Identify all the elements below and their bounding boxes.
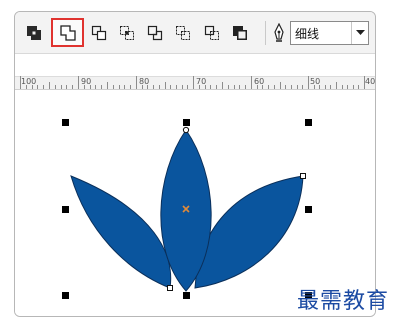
weld-icon: [59, 24, 77, 42]
outline-width-value: 细线: [295, 27, 320, 41]
ruler-minor-tick: [124, 85, 126, 89]
ruler-minor-tick: [352, 85, 354, 89]
ruler-minor-tick: [37, 85, 39, 89]
selection-handle-middle-right[interactable]: [305, 206, 312, 213]
ruler-major-tick: [193, 76, 194, 89]
node-handle[interactable]: [182, 126, 190, 134]
horizontal-ruler[interactable]: 100 90 80 70 60 50 40: [15, 54, 376, 90]
ruler-minor-tick: [330, 85, 332, 89]
ruler-minor-tick: [175, 85, 177, 89]
left-petal-shape[interactable]: [70, 175, 172, 289]
selection-handle-middle-left[interactable]: [62, 206, 69, 213]
selection-handle-top-left[interactable]: [62, 119, 69, 126]
front-minus-back-button[interactable]: [172, 22, 194, 44]
combine-button[interactable]: [23, 22, 45, 44]
ruler-minor-tick: [95, 85, 97, 89]
ruler-minor-tick: [268, 85, 270, 89]
ruler-minor-tick: [101, 85, 103, 89]
node-handle[interactable]: [167, 285, 173, 291]
ruler-minor-tick: [324, 85, 326, 89]
ruler-label: 100: [21, 77, 37, 86]
ruler-minor-tick: [239, 85, 241, 89]
ruler-minor-tick: [227, 85, 229, 89]
ruler-minor-tick: [112, 85, 114, 89]
ruler-minor-tick: [187, 85, 189, 89]
combine-icon: [26, 25, 42, 41]
ruler-minor-tick: [347, 85, 349, 89]
app-window: 细线 100 90 80 70 60 50 40: [14, 11, 376, 317]
right-petal-shape[interactable]: [194, 175, 304, 289]
pen-nib-icon: [272, 22, 286, 43]
trim-icon: [91, 25, 107, 41]
ruler-minor-tick: [72, 85, 74, 89]
intersect-icon: [119, 25, 135, 41]
weld-button[interactable]: [51, 18, 84, 47]
ruler-minor-tick: [107, 82, 108, 89]
intersect-button[interactable]: [116, 22, 138, 44]
ruler-label: 70: [196, 77, 207, 86]
ruler-minor-tick: [245, 85, 247, 89]
front-minus-back-icon: [175, 25, 191, 41]
ruler-minor-tick: [158, 85, 160, 89]
ruler-major-tick: [78, 76, 79, 89]
outline-width-select[interactable]: 细线: [290, 21, 369, 45]
selection-handle-top-right[interactable]: [305, 119, 312, 126]
ruler-label: 60: [254, 77, 265, 86]
trim-button[interactable]: [88, 22, 110, 44]
ruler-minor-tick: [153, 85, 155, 89]
ruler-minor-tick: [358, 85, 360, 89]
ruler-minor-tick: [130, 85, 132, 89]
ruler-minor-tick: [170, 85, 172, 89]
ruler-minor-tick: [233, 85, 235, 89]
ruler-minor-tick: [210, 85, 212, 89]
node-handle[interactable]: [300, 173, 306, 179]
ruler-major-tick: [136, 76, 137, 89]
ruler-minor-tick: [181, 85, 183, 89]
create-boundary-icon: [232, 25, 248, 41]
selection-handle-top-middle[interactable]: [183, 119, 190, 126]
ruler-minor-tick: [216, 85, 218, 89]
ruler-major-tick: [251, 76, 252, 89]
shaping-toolbar: 细线: [15, 12, 375, 54]
ruler-minor-tick: [222, 82, 223, 89]
ruler-minor-tick: [118, 85, 120, 89]
ruler-label: 50: [310, 77, 321, 86]
ruler-minor-tick: [164, 82, 166, 89]
create-boundary-button[interactable]: [229, 22, 251, 44]
ruler-minor-tick: [336, 82, 337, 89]
ruler-minor-tick: [290, 85, 292, 89]
simplify-icon: [147, 25, 163, 41]
simplify-button[interactable]: [144, 22, 166, 44]
ruler-minor-tick: [302, 85, 304, 89]
ruler-minor-tick: [341, 85, 343, 89]
selection-handle-bottom-middle[interactable]: [183, 292, 190, 299]
ruler-label: 40: [365, 77, 376, 86]
selection-handle-bottom-left[interactable]: [62, 292, 69, 299]
ruler-minor-tick: [296, 85, 298, 89]
ruler-label: 90: [81, 77, 92, 86]
back-minus-front-button[interactable]: [201, 22, 223, 44]
ruler-minor-tick: [285, 85, 287, 89]
ruler-minor-tick: [60, 85, 62, 89]
ruler-minor-tick: [43, 85, 45, 89]
ruler-minor-tick: [273, 85, 275, 89]
ruler-minor-tick: [279, 82, 281, 89]
back-minus-front-icon: [204, 25, 220, 41]
ruler-label: 80: [139, 77, 150, 86]
ruler-minor-tick: [49, 82, 50, 89]
toolbar-separator: [265, 21, 266, 45]
ruler-minor-tick: [66, 85, 68, 89]
chevron-down-icon[interactable]: [351, 22, 368, 44]
ruler-major-tick: [308, 76, 309, 89]
watermark-logo: 最需教育: [297, 289, 390, 314]
ruler-minor-tick: [54, 85, 56, 89]
